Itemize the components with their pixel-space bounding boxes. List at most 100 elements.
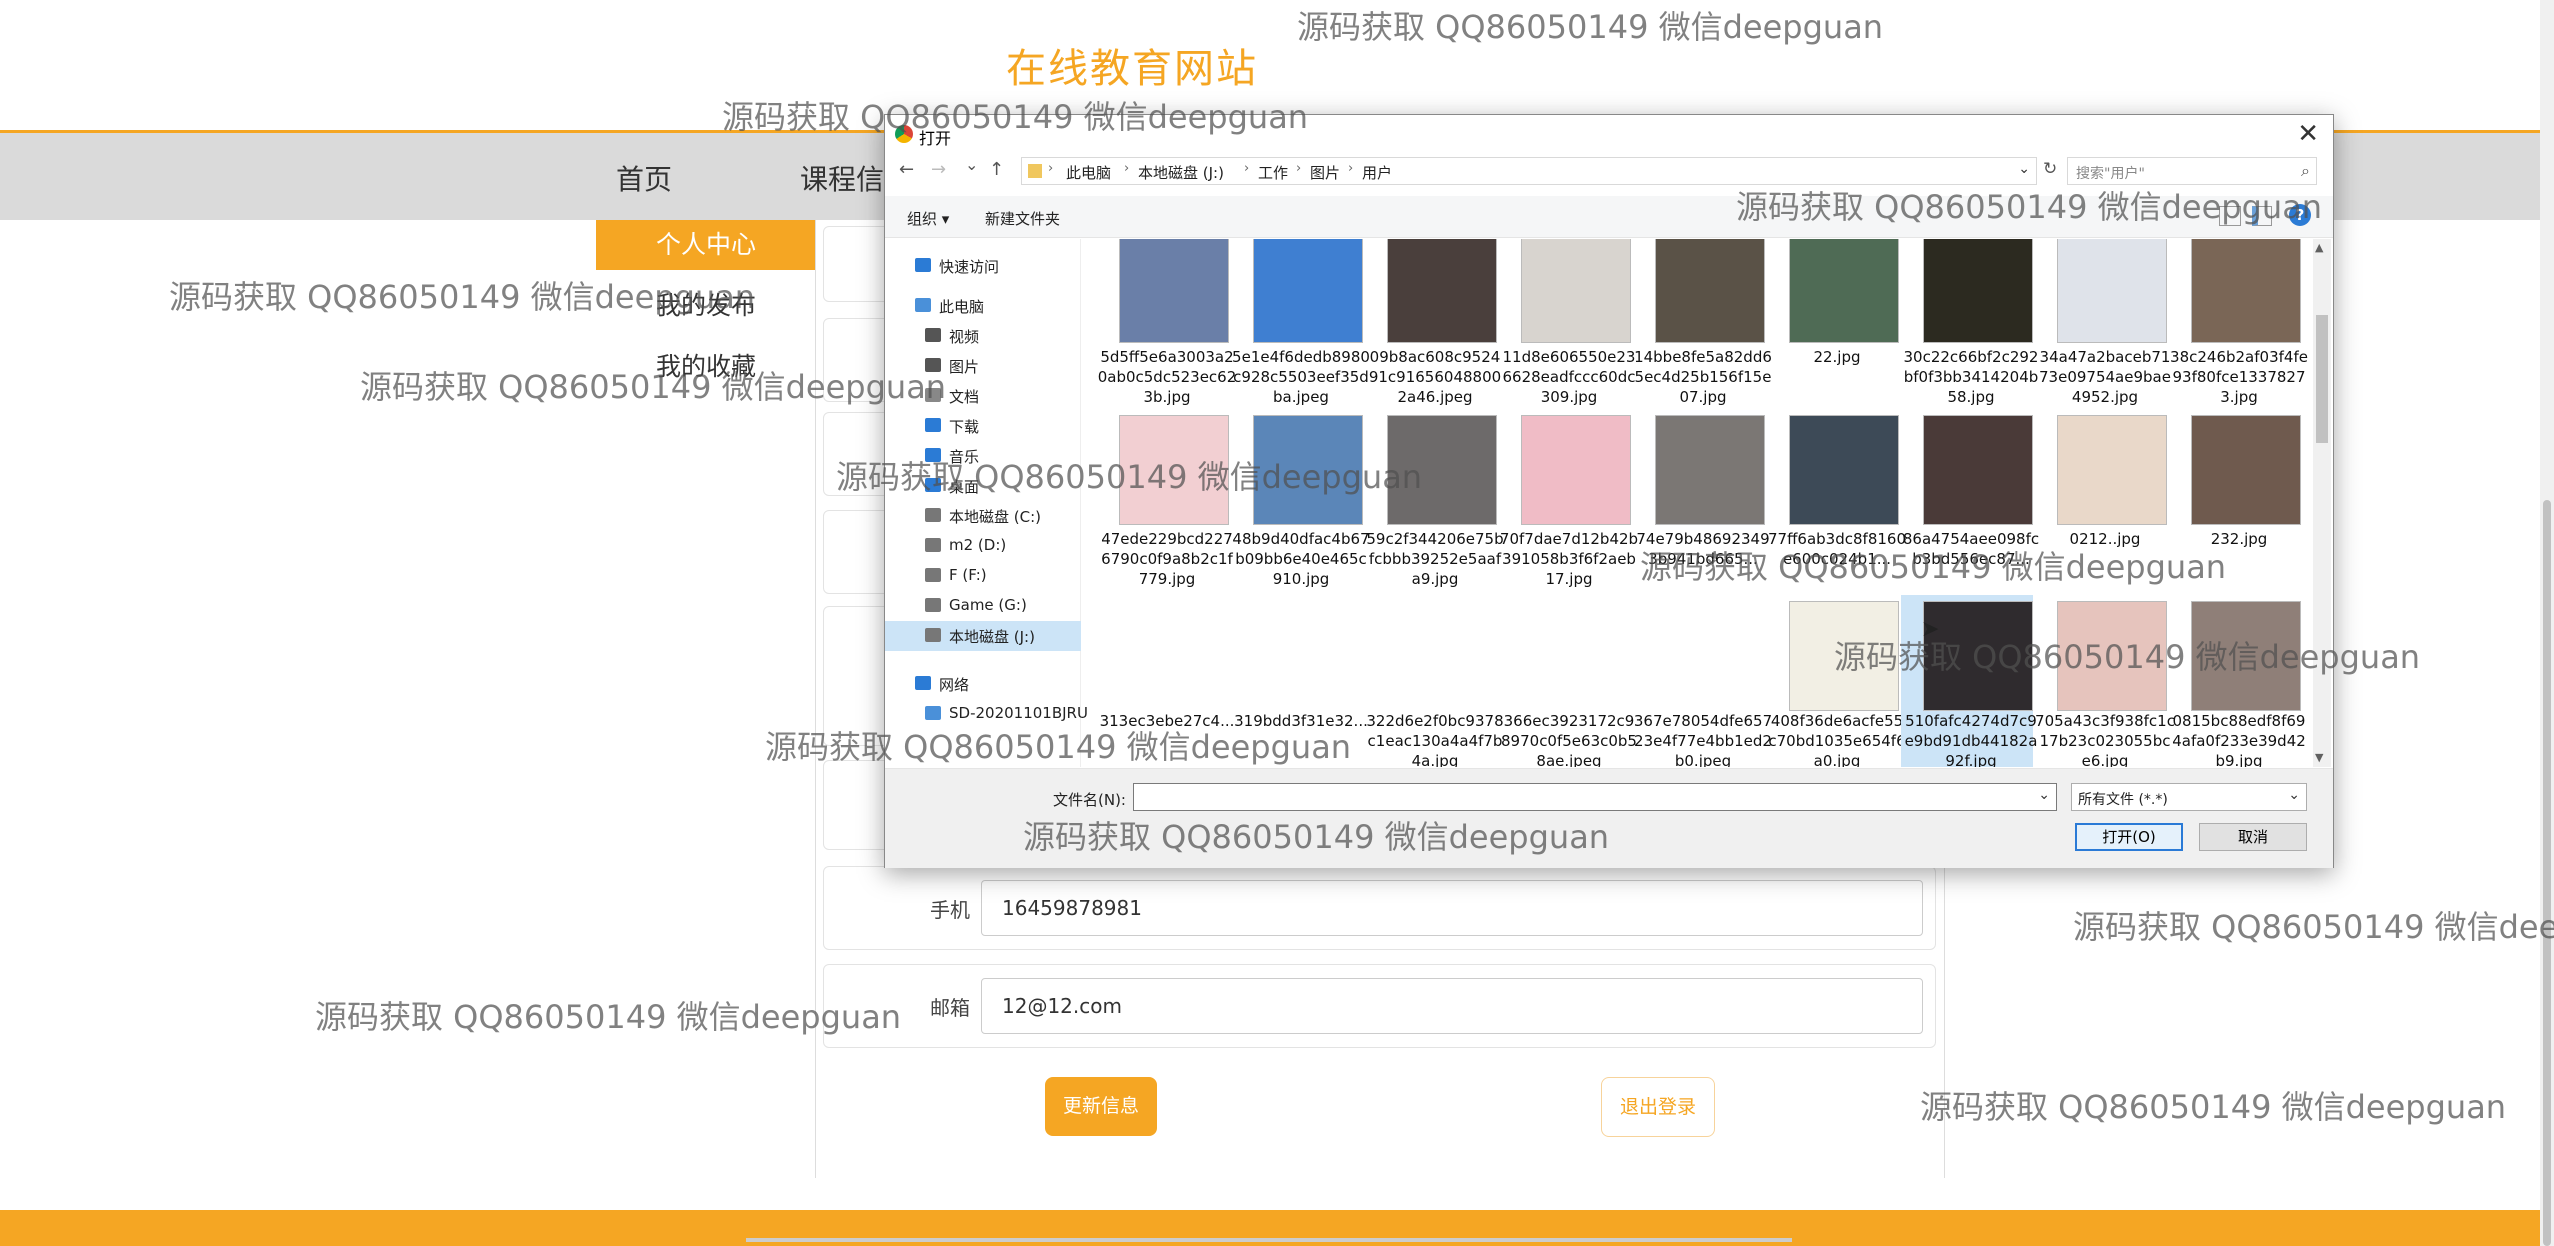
recent-locations-icon[interactable]: ⌄: [965, 155, 978, 174]
file-name: 74e79b486923493b941bd665...: [1636, 530, 1770, 568]
tree-item[interactable]: 音乐: [885, 441, 1081, 471]
watermark: 源码获取 QQ86050149 微信deepguan: [1920, 1088, 2507, 1126]
chevron-down-icon[interactable]: ⌄: [2038, 787, 2050, 803]
tree-item[interactable]: Game (G:): [885, 591, 1081, 621]
email-input[interactable]: 12@12.com: [981, 978, 1923, 1034]
address-bar[interactable]: › 此电脑 › 本地磁盘 (J:) › 工作 › 图片 › 用户 ⌄: [1021, 157, 2037, 185]
file-item[interactable]: 366ec3923172c98970c0f5e63c0b58ae.jpeg: [1499, 595, 1637, 767]
file-item[interactable]: 77ff6ab3dc8f8160e600c024b1...: [1767, 409, 1906, 597]
image-thumbnail: [2057, 239, 2167, 343]
image-thumbnail: [1789, 415, 1899, 525]
side-item-profile[interactable]: 个人中心: [596, 220, 816, 270]
tree-item[interactable]: 下载: [885, 411, 1081, 441]
file-item[interactable]: 22.jpg: [1767, 239, 1899, 407]
organize-menu[interactable]: 组织 ▾: [907, 208, 949, 229]
file-item[interactable]: 09b8ac608c952491c916560488002a46.jpeg: [1365, 239, 1501, 407]
tree-item-label: 快速访问: [939, 258, 1000, 276]
drive-icon: [925, 568, 941, 582]
side-menu: [596, 220, 816, 1040]
up-icon[interactable]: ↑: [989, 159, 1004, 180]
logout-button[interactable]: 退出登录: [1601, 1077, 1715, 1137]
file-item[interactable]: 367e78054dfe65723e4f77e4bb1ed2b0.jpeg: [1633, 595, 1772, 767]
scroll-up-icon[interactable]: ▲: [2315, 241, 2323, 254]
file-item[interactable]: 70f7dae7d12b42b391058b3f6f2aeb17.jpg: [1499, 409, 1638, 597]
nav-home[interactable]: 首页: [616, 158, 672, 198]
forward-icon[interactable]: →: [931, 159, 946, 180]
dialog-title: 打开: [919, 129, 952, 148]
computer-icon: [925, 706, 941, 720]
file-item[interactable]: 59c2f344206e75bfcbbb39252e5aafa9.jpg: [1365, 409, 1504, 597]
view-options-icon[interactable]: [2219, 206, 2241, 226]
breadcrumb-item[interactable]: 本地磁盘 (J:): [1138, 162, 1224, 183]
file-item[interactable]: 319bdd3f31e32...: [1231, 595, 1368, 767]
breadcrumb-item[interactable]: 工作: [1258, 162, 1288, 183]
image-thumbnail: [2191, 239, 2301, 343]
tree-item[interactable]: 快速访问: [885, 251, 1081, 281]
tree-item[interactable]: 本地磁盘 (C:): [885, 501, 1081, 531]
filename-input[interactable]: ⌄: [1133, 783, 2057, 811]
file-item[interactable]: 0212..jpg: [2035, 409, 2167, 597]
file-item[interactable]: 5e1e4f6dedb8980c928c5503eef35dba.jpeg: [1231, 239, 1370, 407]
nav-courses[interactable]: 课程信: [800, 158, 884, 198]
side-item-favorites[interactable]: 我的收藏: [656, 347, 756, 383]
tree-item[interactable]: F (F:): [885, 561, 1081, 591]
file-item[interactable]: 0815bc88edf8f694afa0f233e39d42b9.jpg: [2169, 595, 2306, 767]
filetype-select[interactable]: 所有文件 (*.*) ⌄: [2071, 783, 2307, 811]
email-row: 邮箱 12@12.com: [823, 964, 1936, 1048]
file-item[interactable]: 30c22c66bf2c292bf0f3bb3414204b58.jpg: [1901, 239, 2038, 407]
file-item[interactable]: 34a47a2baceb7173e09754ae9bae4952.jpg: [2035, 239, 2171, 407]
file-item[interactable]: 11d8e606550e236628eadfccc60dc309.jpg: [1499, 239, 1636, 407]
breadcrumb-item[interactable]: 此电脑: [1066, 162, 1111, 183]
image-thumbnail: [2191, 601, 2301, 711]
file-item[interactable]: 38c246b2af03f4fe93f80fce13378273.jpg: [2169, 239, 2308, 407]
cancel-button[interactable]: 取消: [2199, 823, 2307, 851]
breadcrumb-item[interactable]: 用户: [1362, 162, 1392, 183]
close-icon[interactable]: ✕: [2297, 119, 2319, 149]
filename-label: 文件名(N):: [1053, 791, 1126, 809]
file-item[interactable]: 322d6e2f0bc9378c1eac130a4a4f7b4a.jpg: [1365, 595, 1503, 767]
file-item[interactable]: 705a43c3f938fc1c17b23c023055bce6.jpg: [2035, 595, 2175, 767]
file-grid-scrollbar-thumb[interactable]: [2316, 315, 2328, 443]
file-item[interactable]: 313ec3ebe27c4...: [1097, 595, 1235, 767]
breadcrumb-separator: ›: [1124, 161, 1130, 176]
file-item[interactable]: 48b9d40dfac4b67b09bb6e40e465c910.jpg: [1231, 409, 1370, 597]
file-item[interactable]: 232.jpg: [2169, 409, 2301, 597]
file-item[interactable]: 5d5ff5e6a3003a20ab0c5dc523ec623b.jpg: [1097, 239, 1236, 407]
tree-item[interactable]: 本地磁盘 (J:): [885, 621, 1081, 651]
tree-item[interactable]: m2 (D:): [885, 531, 1081, 561]
horizontal-scrollbar[interactable]: [746, 1238, 1792, 1242]
open-button[interactable]: 打开(O): [2075, 823, 2183, 851]
tree-item[interactable]: SD-20201101BJRU: [885, 699, 1088, 729]
tree-item[interactable]: 桌面: [885, 471, 1081, 501]
new-folder-button[interactable]: 新建文件夹: [985, 208, 1060, 229]
breadcrumb-item[interactable]: 图片: [1310, 162, 1340, 183]
scroll-down-icon[interactable]: ▼: [2315, 751, 2323, 764]
side-item-my-posts[interactable]: 我的发布: [656, 286, 756, 322]
watermark: 源码获取 QQ86050149 微信deepguan: [1297, 8, 1884, 46]
tree-item-label: SD-20201101BJRU: [949, 704, 1088, 722]
file-name: 5e1e4f6dedb8980c928c5503eef35dba.jpeg: [1232, 348, 1370, 406]
update-info-button[interactable]: 更新信息: [1045, 1077, 1157, 1136]
search-input[interactable]: 搜索"用户" ⌕: [2067, 157, 2317, 185]
refresh-icon[interactable]: ↻: [2043, 159, 2057, 179]
file-item[interactable]: 86a4754aee098fcb3bd556ec87...: [1901, 409, 2039, 597]
tree-item[interactable]: 此电脑: [885, 291, 1081, 321]
tree-item[interactable]: 图片: [885, 351, 1081, 381]
file-item[interactable]: 408f36de6acfe55c70bd1035e654f6a0.jpg: [1767, 595, 1906, 767]
tree-item[interactable]: 文档: [885, 381, 1081, 411]
chevron-down-icon[interactable]: ⌄: [2018, 161, 2030, 177]
preview-pane-icon[interactable]: [2252, 206, 2272, 226]
back-icon[interactable]: ←: [899, 159, 914, 180]
help-icon[interactable]: ?: [2289, 204, 2311, 226]
tree-item-label: 音乐: [949, 448, 980, 466]
file-item[interactable]: 47ede229bcd2276790c0f9a8b2c1f779.jpg: [1097, 409, 1233, 597]
phone-input[interactable]: 16459878981: [981, 880, 1923, 936]
search-icon[interactable]: ⌕: [2301, 161, 2310, 181]
tree-item[interactable]: 视频: [885, 321, 1081, 351]
file-item[interactable]: 74e79b486923493b941bd665...: [1633, 409, 1770, 597]
file-name: 313ec3ebe27c4...: [1099, 712, 1235, 730]
file-item[interactable]: 14bbe8fe5a82dd65ec4d25b156f15e07.jpg: [1633, 239, 1772, 407]
file-open-dialog: 打开 ✕ ← → ⌄ ↑ › 此电脑 › 本地磁盘 (J:) › 工作 › 图片…: [884, 114, 2334, 868]
tree-item[interactable]: 网络: [885, 669, 1081, 699]
page-scrollbar-thumb[interactable]: [2543, 500, 2551, 1246]
